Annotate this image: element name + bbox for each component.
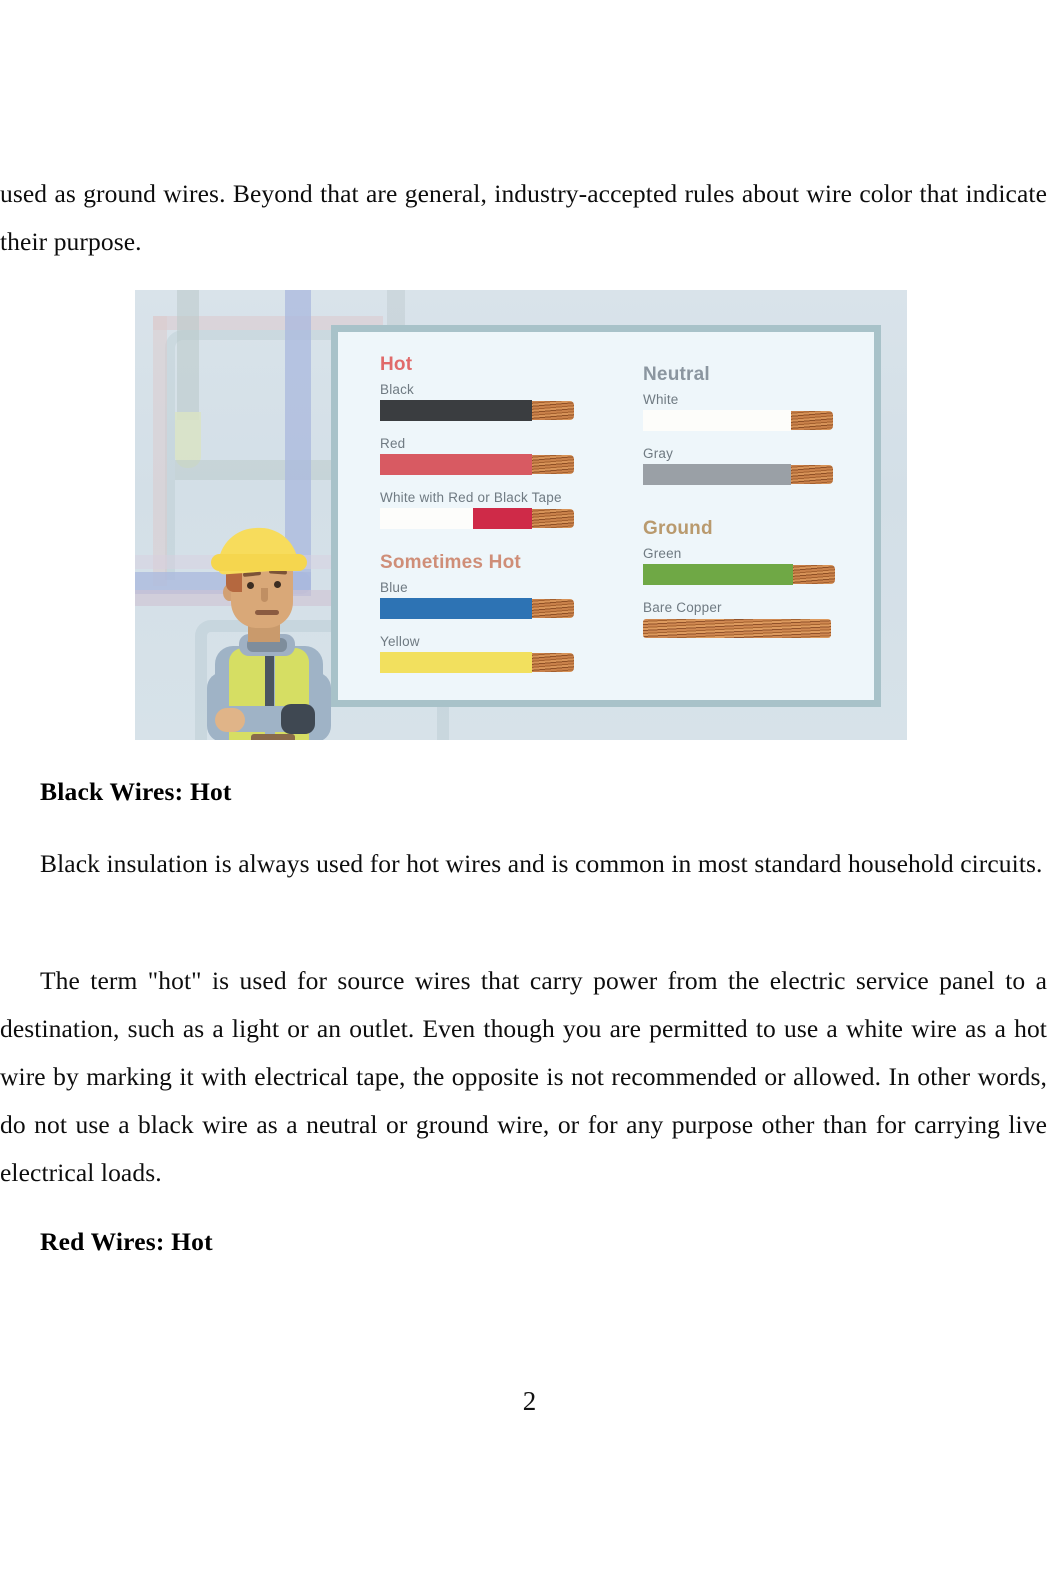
copper-tip-icon: [530, 653, 574, 672]
wire-legend-column-right: Neutral White Gray Ground Green Bare Cop…: [611, 332, 874, 700]
wire-group-title-ground: Ground: [643, 518, 713, 539]
wire-label-gray: Gray: [643, 446, 674, 461]
intro-paragraph-block: used as ground wires. Beyond that are ge…: [0, 170, 1047, 266]
wire-item-yellow: Yellow: [380, 634, 611, 673]
wire-label-green: Green: [643, 546, 682, 561]
copper-tip-icon: [530, 509, 574, 528]
wire-legend-column-left: Hot Black Red White with Red or Black Ta…: [338, 332, 611, 700]
copper-tip-icon: [789, 411, 833, 430]
copper-tip-icon: [530, 455, 574, 474]
worker-hand: [215, 708, 245, 732]
wire-label-blue: Blue: [380, 580, 408, 595]
wire-item-gray: Gray: [643, 446, 874, 485]
worker-hard-hat-brim: [211, 554, 307, 571]
heading-red-wires: Red Wires: Hot: [40, 1227, 213, 1256]
black-wires-paragraph-1: Black insulation is always used for hot …: [40, 849, 1043, 878]
wire-item-green: Green: [643, 546, 874, 585]
wire-group-title-hot: Hot: [380, 354, 413, 375]
wire-item-red: Red: [380, 436, 611, 475]
worker-eye-right: [274, 581, 281, 588]
wire-item-white-taped: White with Red or Black Tape: [380, 490, 611, 529]
wire-legend-panel: Hot Black Red White with Red or Black Ta…: [331, 325, 881, 707]
page-number: 2: [522, 1386, 537, 1416]
wire-color-illustration: ?: [135, 290, 907, 740]
pipe-icon: [153, 316, 167, 586]
wire-group-title-neutral: Neutral: [643, 364, 710, 385]
black-wires-heading-block: Black Wires: Hot: [0, 775, 1047, 809]
wire-item-blue: Blue: [380, 580, 611, 619]
wire-label-yellow: Yellow: [380, 634, 420, 649]
wire-item-bare-copper: Bare Copper: [643, 600, 874, 639]
wire-item-black: Black: [380, 382, 611, 421]
copper-tip-icon: [530, 401, 574, 420]
worker-belt: [251, 734, 295, 740]
worker-eye-left: [247, 582, 254, 589]
wire-label-white-taped: White with Red or Black Tape: [380, 490, 562, 505]
worker-vest-strap: [265, 650, 274, 714]
pipe-icon: [177, 290, 199, 420]
copper-tip-icon: [791, 565, 835, 584]
copper-tip-icon: [530, 599, 574, 618]
worker-nose: [261, 588, 268, 602]
heading-black-wires: Black Wires: Hot: [40, 777, 232, 806]
black-wires-paragraph-2: The term "hot" is used for source wires …: [0, 966, 1047, 1187]
wire-group-title-sometimes-hot: Sometimes Hot: [380, 552, 521, 573]
worker-glove: [281, 704, 315, 734]
document-page: used as ground wires. Beyond that are ge…: [0, 0, 1059, 1589]
black-wires-paragraph-block-2: The term "hot" is used for source wires …: [0, 957, 1047, 1197]
red-wires-heading-block: Red Wires: Hot: [0, 1225, 1047, 1259]
wire-label-bare-copper: Bare Copper: [643, 600, 722, 615]
wire-label-white: White: [643, 392, 679, 407]
bare-copper-wire-icon: [643, 619, 831, 638]
intro-paragraph: used as ground wires. Beyond that are ge…: [0, 179, 1047, 256]
worker-mouth: [255, 610, 279, 615]
wire-label-black: Black: [380, 382, 415, 397]
wire-item-white: White: [643, 392, 874, 431]
black-wires-paragraph-block-1: Black insulation is always used for hot …: [0, 840, 1047, 888]
wire-label-red: Red: [380, 436, 406, 451]
copper-tip-icon: [789, 465, 833, 484]
